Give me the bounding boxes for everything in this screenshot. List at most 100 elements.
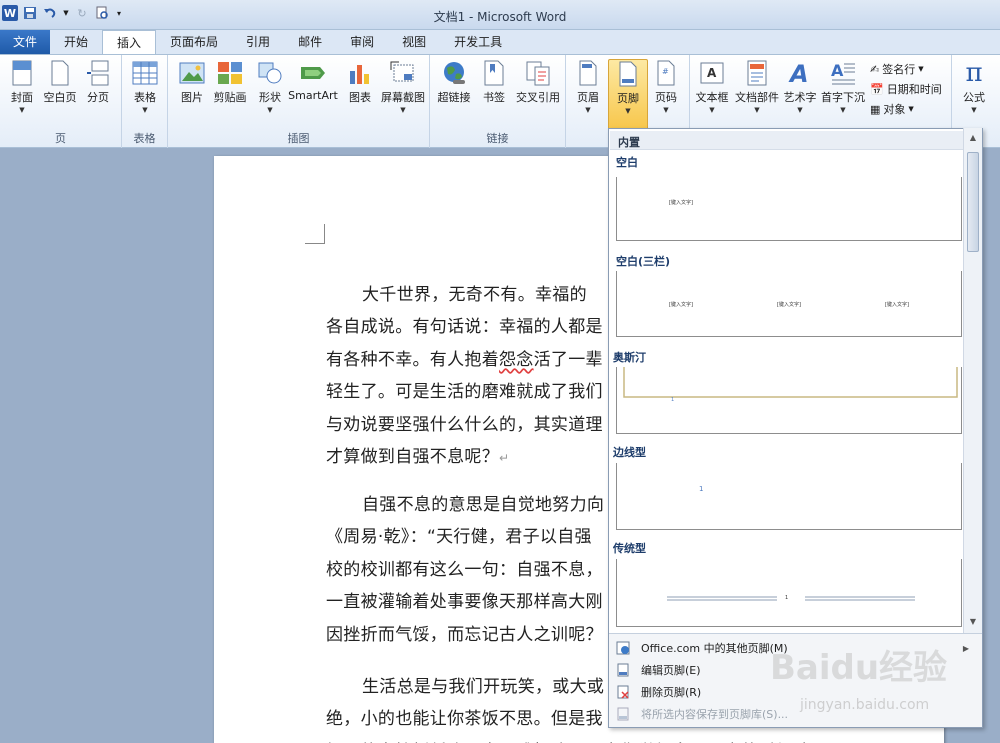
tab-review[interactable]: 审阅 xyxy=(336,30,388,54)
globe-link-icon xyxy=(441,59,467,87)
equation-button[interactable]: π 公式 ▼ xyxy=(954,58,994,125)
group-links-label: 链接 xyxy=(486,132,509,145)
footer-button[interactable]: 页脚 ▼ xyxy=(608,59,648,131)
paragraph-line: 自强不息的意思是自觉地努力向 xyxy=(362,495,605,515)
paragraph-line: 校的校训都有这么一句：自强不息， xyxy=(326,559,603,580)
smartart-button[interactable]: SmartArt xyxy=(288,59,338,125)
chart-button[interactable]: 图表 xyxy=(340,59,380,125)
svg-text:#: # xyxy=(662,67,669,76)
svg-text:A: A xyxy=(831,61,844,80)
smartart-icon xyxy=(300,59,326,87)
group-illustrations: 图片 剪贴画 形状 ▼ SmartArt 图表 屏幕截图 ▼ 插图 xyxy=(168,55,430,148)
traditional-lines-decoration xyxy=(667,596,915,601)
group-pages-label: 页 xyxy=(55,132,66,145)
page-number-button[interactable]: # 页码 ▼ xyxy=(646,59,686,125)
signature-line-button[interactable]: ✍ 签名行 ▼ xyxy=(870,59,924,79)
object-button[interactable]: ▦ 对象 ▼ xyxy=(870,99,914,119)
paragraph-line: 大千世界，无奇不有。幸福的 xyxy=(362,285,587,305)
paragraph-mark-icon: ↵ xyxy=(499,451,510,465)
header-button[interactable]: 页眉 ▼ xyxy=(568,59,608,125)
group-illustrations-label: 插图 xyxy=(287,132,310,145)
quick-parts-icon xyxy=(744,59,770,87)
page-break-icon xyxy=(85,59,111,87)
spelling-squiggle[interactable]: 怨念 xyxy=(499,350,534,370)
tab-mailings[interactable]: 邮件 xyxy=(284,30,336,54)
table-button[interactable]: 表格 ▼ xyxy=(125,59,165,125)
cross-reference-button[interactable]: 交叉引用 xyxy=(514,59,562,125)
clipart-button[interactable]: 剪贴画 xyxy=(210,59,250,125)
clipart-icon xyxy=(217,59,243,87)
screenshot-button[interactable]: 屏幕截图 ▼ xyxy=(378,59,428,125)
save-to-gallery-icon xyxy=(615,706,631,722)
footer-option-blank-three-column[interactable]: [键入文字] [键入文字] [键入文字] xyxy=(616,271,962,337)
wordart-icon: A xyxy=(787,59,813,87)
footer-option-traditional[interactable]: 1 xyxy=(616,559,962,627)
page-number-text: 1 xyxy=(671,397,675,403)
tab-home[interactable]: 开始 xyxy=(50,30,102,54)
paragraph-line: 轻易的向挫折低头，向困难投降呢？当你觉得自己不幸的时候请 xyxy=(326,737,810,743)
hyperlink-button[interactable]: 超链接 xyxy=(434,59,474,125)
tab-references[interactable]: 引用 xyxy=(232,30,284,54)
footer-option-blank[interactable]: [键入文字] xyxy=(616,177,962,241)
remove-footer-icon xyxy=(615,684,631,700)
textbox-icon: A xyxy=(699,59,725,87)
tab-view[interactable]: 视图 xyxy=(388,30,440,54)
gallery-item-title: 空白(三栏) xyxy=(616,255,671,268)
shapes-icon xyxy=(257,59,283,87)
gallery-item-title: 传统型 xyxy=(613,542,646,555)
blank-page-button[interactable]: 空白页 xyxy=(40,59,80,125)
paragraph-line: 绝，小的也能让你茶饭不思。但是我 xyxy=(326,709,603,730)
page-break-button[interactable]: 分页 xyxy=(78,59,118,125)
svg-text:A: A xyxy=(788,60,809,86)
page-number-text: 1 xyxy=(785,595,789,601)
tab-file[interactable]: 文件 xyxy=(0,30,50,54)
bookmark-icon xyxy=(481,59,507,87)
paragraph-line: 与劝说要坚强什么什么的，其实道理 xyxy=(326,414,603,435)
cross-reference-icon xyxy=(525,59,551,87)
paragraph-line: 有各种不幸。有人抱着怨念活了一辈 xyxy=(326,349,603,370)
date-time-button[interactable]: 📅 日期和时间 xyxy=(870,79,942,99)
group-tables-label: 表格 xyxy=(133,132,156,145)
bookmark-button[interactable]: 书签 xyxy=(474,59,514,125)
drop-cap-button[interactable]: A 首字下沉 ▼ xyxy=(820,59,866,125)
signature-icon: ✍ xyxy=(870,62,880,76)
wordart-button[interactable]: A 艺术字 ▼ xyxy=(780,59,820,125)
group-tables: 表格 ▼ 表格 xyxy=(122,55,168,148)
quick-parts-button[interactable]: 文档部件 ▼ xyxy=(734,59,780,125)
placeholder-text: [键入文字] xyxy=(669,302,693,308)
baidu-watermark: Baidu经验 xyxy=(770,648,948,688)
chart-icon xyxy=(347,59,373,87)
ribbon-tabs: 文件 开始 插入 页面布局 引用 邮件 审阅 视图 开发工具 xyxy=(0,30,1000,54)
gallery-item-title: 空白 xyxy=(616,156,638,169)
scroll-down-icon[interactable]: ▼ xyxy=(964,614,982,630)
header-icon xyxy=(575,59,601,87)
tab-insert[interactable]: 插入 xyxy=(102,30,157,54)
scrollbar-thumb[interactable] xyxy=(967,152,979,252)
window-title: 文档1 - Microsoft Word xyxy=(433,10,567,24)
placeholder-text: [键入文字] xyxy=(885,302,909,308)
office-com-icon xyxy=(615,640,631,656)
paragraph-line: 一直被灌输着处事要像天那样高大刚 xyxy=(326,592,603,613)
object-icon: ▦ xyxy=(870,102,881,116)
tab-developer[interactable]: 开发工具 xyxy=(440,30,516,54)
gallery-item-title: 奥斯汀 xyxy=(613,351,646,364)
drop-cap-icon: A xyxy=(830,59,856,87)
paragraph-line: 各自成说。有句话说：幸福的人都是 xyxy=(326,317,603,338)
gallery-scrollbar[interactable]: ▲ ▼ xyxy=(963,128,982,633)
picture-icon xyxy=(179,59,205,87)
tab-page-layout[interactable]: 页面布局 xyxy=(156,30,232,54)
cover-page-icon xyxy=(9,59,35,87)
footer-option-sideline[interactable]: 1 xyxy=(616,463,962,530)
cover-button[interactable]: 封面 ▼ xyxy=(2,59,42,125)
picture-button[interactable]: 图片 xyxy=(172,59,212,125)
textbox-button[interactable]: A 文本框 ▼ xyxy=(692,59,732,125)
shapes-button[interactable]: 形状 ▼ xyxy=(250,59,290,125)
footer-option-austin[interactable]: 1 xyxy=(616,367,962,434)
placeholder-text: [键入文字] xyxy=(777,302,801,308)
austin-border-decoration xyxy=(623,367,958,398)
scroll-up-icon[interactable]: ▲ xyxy=(964,130,982,146)
svg-text:A: A xyxy=(707,66,717,80)
table-icon xyxy=(132,59,158,87)
blank-page-icon xyxy=(47,59,73,87)
screenshot-icon xyxy=(390,59,416,87)
